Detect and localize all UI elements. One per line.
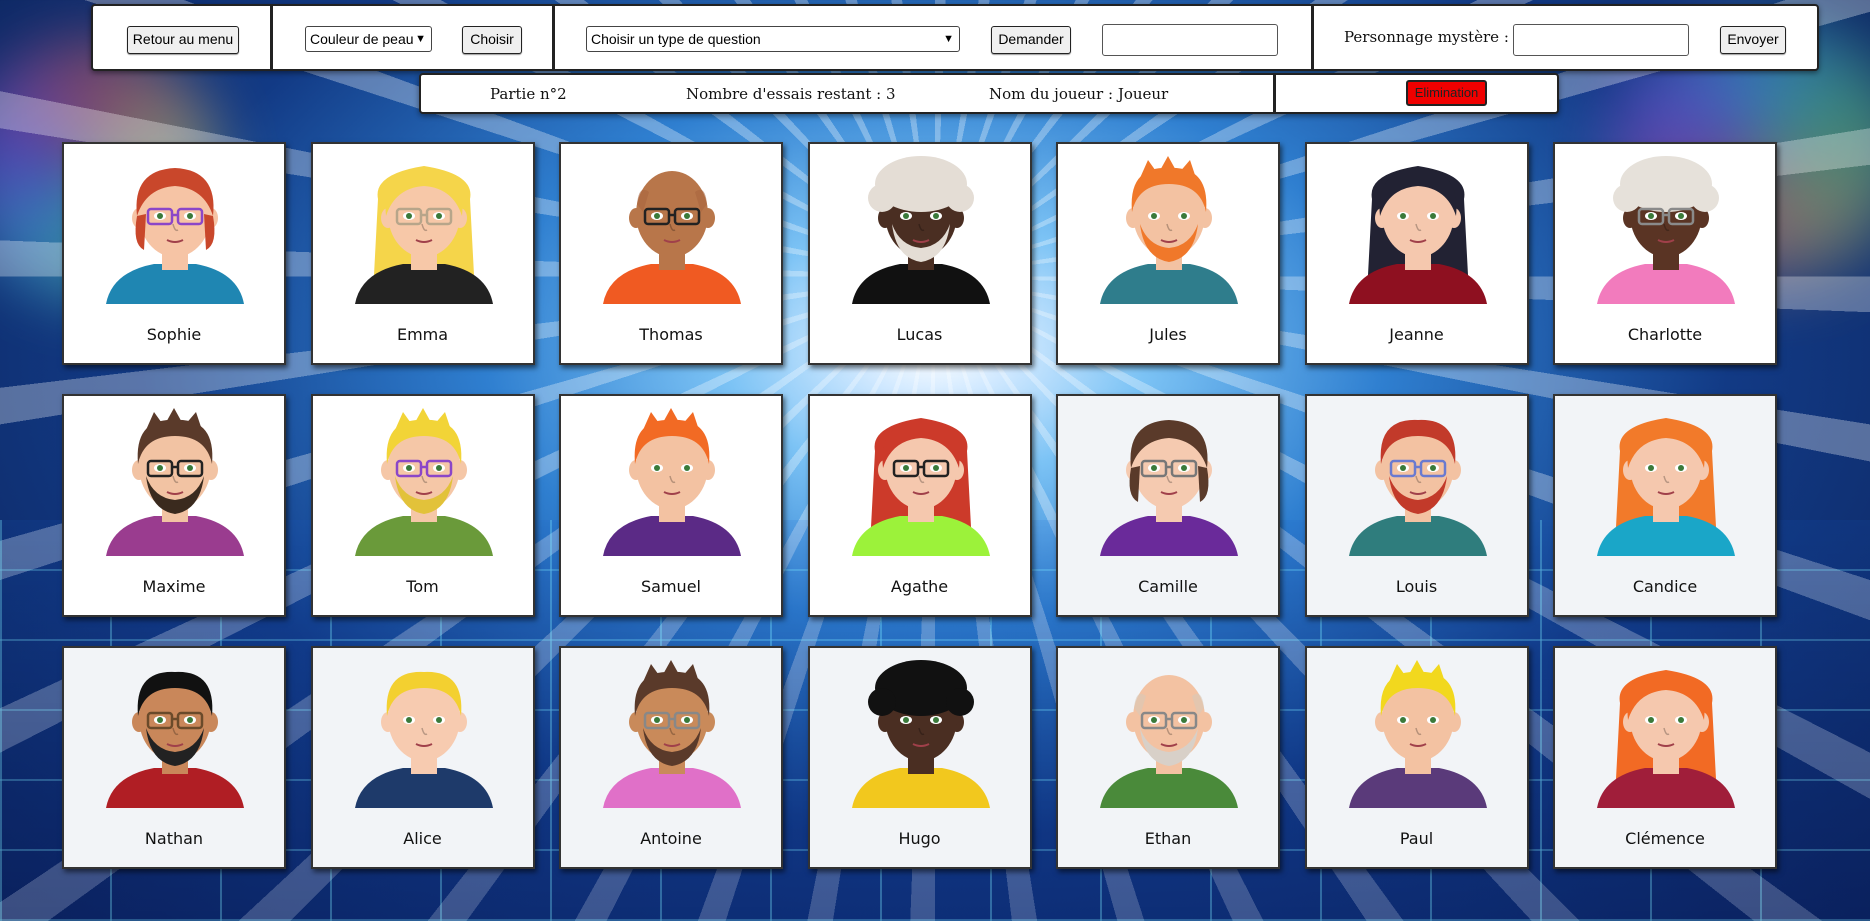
attribute-select[interactable]: Couleur de peau ▼ bbox=[305, 26, 432, 52]
character-portrait bbox=[354, 671, 493, 808]
character-portrait bbox=[1597, 418, 1735, 556]
character-name: Alice bbox=[403, 829, 442, 848]
toolbar-divider bbox=[1311, 6, 1314, 69]
character-portrait bbox=[1100, 156, 1238, 304]
character-name: Jules bbox=[1149, 325, 1187, 344]
toolbar-divider bbox=[552, 6, 555, 69]
status-divider bbox=[1273, 75, 1276, 112]
character-card[interactable]: Emma bbox=[310, 142, 535, 365]
attribute-select-value: Couleur de peau bbox=[310, 31, 414, 47]
question-type-select[interactable]: Choisir un type de question ▼ bbox=[586, 26, 960, 52]
character-card[interactable]: Alice bbox=[310, 646, 535, 869]
character-portrait bbox=[1597, 670, 1735, 808]
choose-button[interactable]: Choisir bbox=[462, 26, 522, 54]
character-card[interactable]: Clémence bbox=[1553, 646, 1777, 869]
character-name: Tom bbox=[406, 577, 439, 596]
game-number: Partie n°2 bbox=[490, 85, 567, 103]
character-name: Nathan bbox=[144, 829, 204, 848]
character-card[interactable]: Candice bbox=[1553, 394, 1777, 617]
character-name: Sophie bbox=[146, 325, 202, 344]
character-card[interactable]: Nathan bbox=[62, 646, 286, 869]
elimination-button[interactable]: Elimination bbox=[1406, 80, 1487, 106]
character-name: Emma bbox=[396, 325, 449, 344]
answer-input[interactable] bbox=[1102, 24, 1278, 56]
character-name: Clémence bbox=[1625, 829, 1705, 848]
chevron-down-icon: ▼ bbox=[415, 33, 426, 45]
character-name: Maxime bbox=[142, 577, 206, 596]
character-portrait bbox=[354, 166, 493, 304]
status-bar: Partie n°2 Nombre d'essais restant : 3 N… bbox=[419, 73, 1559, 114]
character-portrait bbox=[106, 671, 244, 808]
character-card[interactable]: Thomas bbox=[559, 142, 783, 365]
character-portrait bbox=[1100, 675, 1238, 808]
character-card[interactable]: Antoine bbox=[559, 646, 783, 869]
character-name: Paul bbox=[1399, 829, 1434, 848]
top-toolbar: Retour au menu Couleur de peau ▼ Choisir… bbox=[91, 4, 1819, 71]
character-card[interactable]: Maxime bbox=[62, 394, 286, 617]
ask-button[interactable]: Demander bbox=[991, 26, 1071, 54]
toolbar-divider bbox=[270, 6, 273, 69]
tries-remaining: Nombre d'essais restant : 3 bbox=[686, 85, 896, 103]
character-card[interactable]: Camille bbox=[1056, 394, 1280, 617]
character-card[interactable]: Lucas bbox=[807, 142, 1032, 365]
character-name: Antoine bbox=[640, 829, 702, 848]
chevron-down-icon: ▼ bbox=[943, 33, 954, 45]
character-card[interactable]: Tom bbox=[310, 394, 535, 617]
character-portrait bbox=[1100, 420, 1238, 556]
character-card[interactable]: Jeanne bbox=[1304, 142, 1529, 365]
character-card[interactable]: Samuel bbox=[559, 394, 783, 617]
character-card[interactable]: Agathe bbox=[807, 394, 1032, 617]
character-portrait bbox=[1348, 419, 1487, 556]
character-name: Camille bbox=[1138, 577, 1198, 596]
character-name: Agathe bbox=[890, 577, 949, 596]
character-name: Jeanne bbox=[1389, 325, 1444, 344]
character-portrait bbox=[603, 660, 741, 808]
character-portrait bbox=[851, 418, 990, 556]
character-card[interactable]: Jules bbox=[1056, 142, 1280, 365]
question-select-value: Choisir un type de question bbox=[591, 31, 761, 47]
character-portrait bbox=[851, 156, 990, 304]
character-name: Louis bbox=[1395, 577, 1438, 596]
character-name: Charlotte bbox=[1627, 325, 1703, 344]
character-name: Lucas bbox=[896, 325, 943, 344]
character-card[interactable]: Ethan bbox=[1056, 646, 1280, 869]
character-portrait bbox=[603, 171, 741, 304]
mystery-label: Personnage mystère : bbox=[1344, 28, 1509, 46]
character-card[interactable]: Charlotte bbox=[1553, 142, 1777, 365]
mystery-input[interactable] bbox=[1513, 24, 1689, 56]
character-card[interactable]: Hugo bbox=[807, 646, 1032, 869]
menu-button[interactable]: Retour au menu bbox=[127, 26, 239, 54]
character-portrait bbox=[1348, 166, 1487, 304]
character-name: Hugo bbox=[898, 829, 941, 848]
character-portrait bbox=[354, 408, 493, 556]
player-name: Nom du joueur : Joueur bbox=[989, 85, 1169, 103]
send-button[interactable]: Envoyer bbox=[1720, 26, 1786, 54]
character-portrait bbox=[106, 168, 244, 304]
character-name: Samuel bbox=[641, 577, 701, 596]
character-portrait bbox=[1597, 156, 1735, 304]
character-name: Thomas bbox=[639, 325, 703, 344]
character-portrait bbox=[1348, 660, 1487, 808]
character-portrait bbox=[106, 408, 244, 556]
character-card[interactable]: Paul bbox=[1304, 646, 1529, 869]
character-card[interactable]: Louis bbox=[1304, 394, 1529, 617]
character-card[interactable]: Sophie bbox=[62, 142, 286, 365]
character-portrait bbox=[851, 660, 990, 808]
character-name: Ethan bbox=[1144, 829, 1192, 848]
character-name: Candice bbox=[1632, 577, 1698, 596]
character-portrait bbox=[603, 408, 741, 556]
